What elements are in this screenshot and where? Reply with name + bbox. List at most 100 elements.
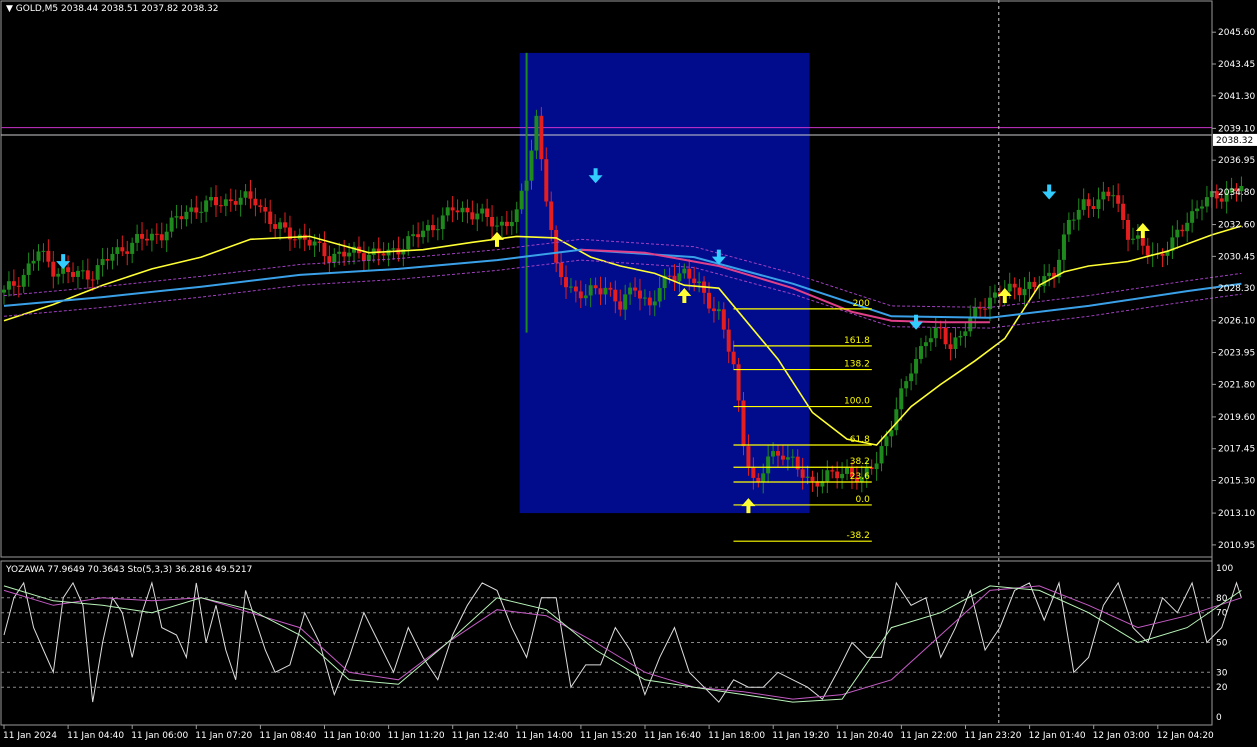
candle-body (766, 456, 771, 474)
time-tick-label: 11 Jan 14:00 (516, 731, 573, 741)
candle-body (726, 329, 731, 352)
candle-body (218, 205, 223, 207)
candle-body (1135, 235, 1140, 239)
fib-level-label: 0.0 (855, 495, 870, 505)
candle-body (613, 289, 618, 302)
price-tick-label: 2028.30 (1218, 284, 1255, 294)
candle-body (953, 337, 958, 350)
time-tick-label: 11 Jan 23:20 (965, 731, 1022, 741)
price-tick-label: 2017.45 (1218, 445, 1255, 455)
time-tick-label: 11 Jan 16:40 (644, 731, 701, 741)
candle-body (75, 270, 80, 277)
candle-body (746, 446, 751, 468)
candle-body (933, 327, 938, 339)
candle-body (1199, 206, 1204, 209)
time-tick-label: 11 Jan 2024 (3, 731, 57, 741)
fib-level-label: 138.2 (844, 360, 870, 370)
candle-body (1116, 195, 1121, 204)
candle-body (322, 242, 327, 257)
fib-level-label: 23.6 (850, 472, 870, 482)
candle-body (800, 469, 805, 478)
price-tick-label: 2032.60 (1218, 221, 1255, 231)
candle-body (1066, 219, 1071, 235)
candle-body (697, 281, 702, 284)
candle-body (840, 473, 845, 479)
candle-body (327, 256, 332, 263)
price-tick-label: 2041.30 (1218, 92, 1255, 102)
candle-body (1106, 191, 1111, 197)
candle-body (923, 342, 928, 347)
dropdown-icon[interactable]: ▼ (6, 4, 13, 14)
candle-body (1017, 287, 1022, 296)
candle-body (667, 275, 672, 277)
candle-body (100, 259, 105, 266)
candle-body (509, 222, 514, 227)
chart-window[interactable]: 200 161.8 138.2 100.0 61.8 38.2 23.6 0.0 -38.2 20… (0, 0, 1257, 743)
candle-body (130, 242, 135, 254)
price-chart[interactable]: 200161.8138.2100.061.838.223.60.0-38.220… (0, 0, 1257, 743)
candle-body (637, 290, 642, 299)
candle-body (499, 221, 504, 226)
candle-body (1027, 281, 1032, 289)
candle-body (199, 211, 204, 213)
candle-body (347, 252, 352, 257)
candle-body (628, 287, 633, 295)
candle-body (411, 234, 416, 237)
candle-body (179, 216, 184, 220)
candle-body (342, 251, 347, 257)
candle-body (1012, 283, 1017, 288)
candle-body (1061, 234, 1066, 260)
fib-level-label: 161.8 (844, 336, 870, 346)
candle-body (529, 150, 534, 181)
candle-body (992, 292, 997, 298)
candle-body (504, 221, 509, 227)
candle-body (549, 201, 554, 230)
candle-body (1071, 219, 1076, 221)
candle-body (914, 358, 919, 374)
time-tick-label: 11 Jan 18:00 (708, 731, 765, 741)
candle-body (159, 234, 164, 241)
candle-body (2, 289, 6, 293)
candle-body (1091, 206, 1096, 209)
candle-body (283, 222, 288, 228)
candle-body (785, 457, 790, 460)
candle-body (706, 292, 711, 309)
oscillator-tick-label: 30 (1216, 668, 1228, 678)
time-tick-label: 12 Jan 04:20 (1157, 731, 1214, 741)
candle-body (1195, 208, 1200, 212)
candle-body (455, 210, 460, 213)
candle-body (943, 327, 948, 345)
candle-body (213, 196, 218, 206)
candle-body (751, 467, 756, 478)
candle-body (780, 455, 785, 460)
candle-body (194, 207, 199, 213)
candle-body (805, 476, 810, 478)
candle-body (514, 209, 519, 223)
candle-body (307, 239, 312, 246)
candle-body (11, 281, 16, 286)
candle-body (968, 317, 973, 332)
candle-body (623, 294, 628, 310)
time-tick-label: 12 Jan 03:00 (1093, 731, 1150, 741)
candle-body (140, 233, 145, 239)
candle-body (983, 308, 988, 310)
candle-body (480, 208, 485, 214)
candle-body (1007, 283, 1012, 292)
candle-body (248, 191, 253, 199)
candle-body (416, 234, 421, 238)
candle-body (435, 229, 440, 231)
candle-body (692, 278, 697, 284)
candle-body (36, 251, 41, 261)
candle-body (46, 250, 51, 262)
candle-body (361, 253, 366, 261)
price-tick-label: 2034.80 (1218, 188, 1255, 198)
candle-body (425, 225, 430, 231)
candle-body (904, 381, 909, 389)
candle-body (460, 207, 465, 213)
arrow-down-icon (1042, 184, 1057, 200)
candle-body (149, 233, 154, 241)
arrow-down-shape (1042, 184, 1057, 200)
candle-body (51, 261, 56, 277)
candle-body (253, 198, 258, 206)
candle-body (243, 191, 248, 198)
